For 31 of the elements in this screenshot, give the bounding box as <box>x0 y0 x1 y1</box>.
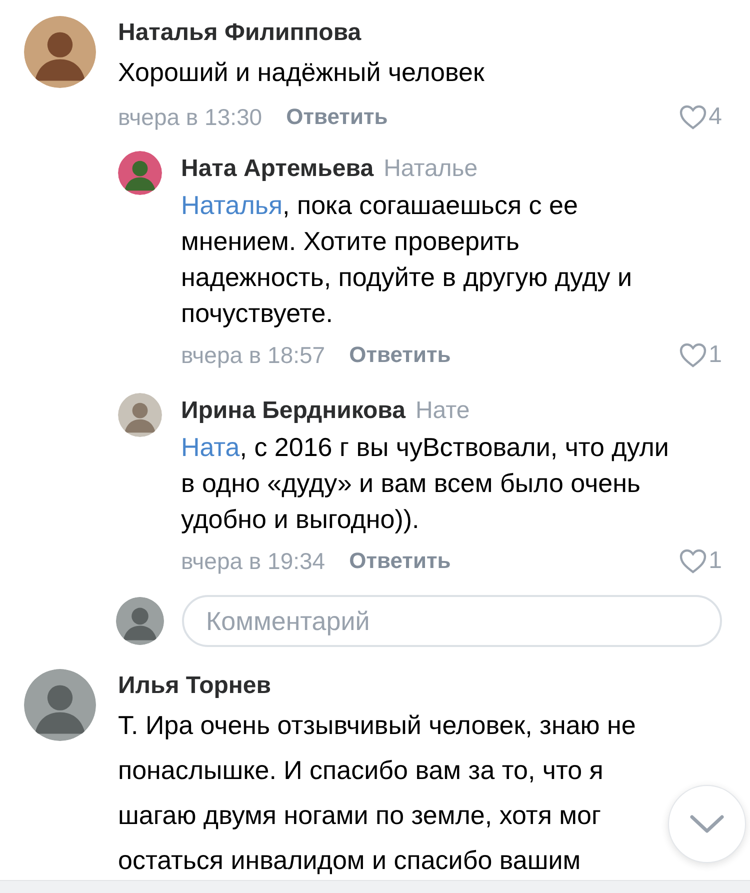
reply-button[interactable]: Ответить <box>349 342 451 368</box>
avatar[interactable] <box>24 669 96 741</box>
heart-icon[interactable] <box>678 342 707 368</box>
mention-link[interactable]: Ната <box>181 432 240 462</box>
like-count: 1 <box>708 341 722 369</box>
reply-to: Наталье <box>384 154 478 184</box>
avatar[interactable] <box>24 16 96 88</box>
author-name[interactable]: Илья Торнев <box>118 669 271 703</box>
heart-icon[interactable] <box>678 548 707 574</box>
comment-time: вчера в 13:30 <box>118 104 262 130</box>
comment-text: Наталья, пока согашаешься с ее мнением. Хотите проверить надежность, подуйте в другую дуду и почуствуете. <box>181 189 634 330</box>
avatar[interactable] <box>116 597 164 645</box>
author-name[interactable]: Ната Артемьева <box>181 151 374 187</box>
heart-icon[interactable] <box>678 104 707 130</box>
chevron-down-icon <box>689 814 725 834</box>
avatar[interactable] <box>118 151 162 195</box>
reply-button[interactable]: Ответить <box>349 548 451 574</box>
avatar[interactable] <box>118 393 162 437</box>
comment-time: вчера в 19:34 <box>181 548 326 574</box>
comment-text: Хороший и надёжный человек <box>118 56 486 89</box>
mention-link[interactable]: Наталья <box>181 190 283 220</box>
comment-text: Т. Ира очень отзывчивый человек, знаю не понаслышке. И спасибо вам за то, что я шагаю двумя ногами по земле, хотя мог остаться инвалидом и спасибо вашим <box>118 709 637 877</box>
like-count: 4 <box>708 103 722 131</box>
comment-time: вчера в 18:57 <box>181 342 326 368</box>
author-name[interactable]: Ирина Бердникова <box>181 393 406 429</box>
like-count: 1 <box>708 547 722 575</box>
reply-to: Нате <box>415 396 470 426</box>
comment-text: Ната, с 2016 г вы чуВствовали, что дули в одно «дуду» и вам всем было очень удобно и выгодно)). <box>181 431 670 536</box>
author-name[interactable]: Наталья Филиппова <box>118 16 362 50</box>
comment-field[interactable]: Комментарий <box>182 595 722 647</box>
reply-button[interactable]: Ответить <box>286 104 388 130</box>
